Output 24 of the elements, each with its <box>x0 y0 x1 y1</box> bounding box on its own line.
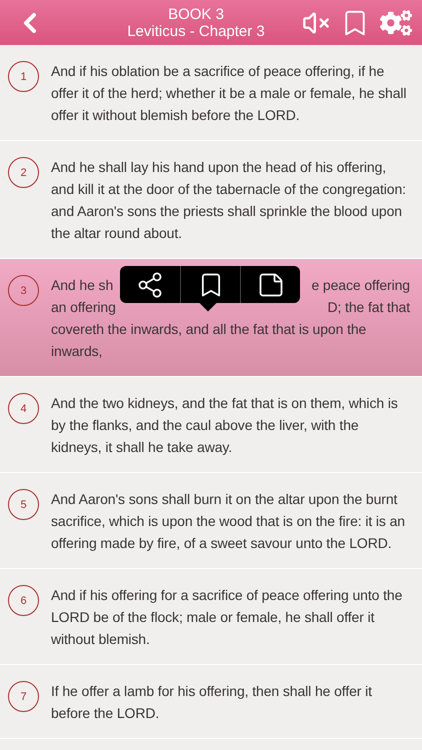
verse-text: e peace offering <box>311 276 410 295</box>
verse-text: And the two kidneys, and the fat that is on them, which is by the flanks, and the caul above the liver, with the kidneys, it shall he take away. <box>51 394 399 457</box>
verse-text: inwards, <box>51 342 102 361</box>
verse-text: If he offer a lamb for his offering, then shall he offer it before the LORD. <box>51 682 373 723</box>
verse-number: 6 <box>8 585 39 616</box>
verse-text: And if his offering for a sacrifice of peace offering unto the LORD be of the flock; male or female, he shall offer it without blemish. <box>51 586 404 649</box>
verse-number: 5 <box>8 489 39 520</box>
verse-text: covereth the inwards, and all the fat that is upon the <box>51 320 366 339</box>
chapter-title: Leviticus - Chapter 3 <box>127 22 265 40</box>
verse-text: And he shall lay his hand upon the head of his offering, and kill it at the door of the tabernacle of the congregation: and Aaron's sons the priests shall sprinkle the blood upon the altar round about. <box>51 158 407 243</box>
verse-number: 7 <box>8 681 39 712</box>
verse-text: an offering <box>51 298 116 317</box>
verse-text: And he sh <box>51 276 114 295</box>
verse-text: And if his oblation be a sacrifice of peace offering, if he offer it of the herd; whether it be a male or female, he shall offer it without blemish before the LORD. <box>51 62 408 125</box>
verse-number: 2 <box>8 157 39 188</box>
verse-number: 1 <box>8 61 39 92</box>
book-title: BOOK 3 <box>168 6 224 22</box>
verse-number: 3 <box>8 275 39 306</box>
verse-number: 4 <box>8 393 39 424</box>
share-icon[interactable] <box>136 270 164 298</box>
verse-row[interactable]: 3 And he sh e peace offering an offering D; the fat that covereth the inwards, and all the fat that is upon the inwards, <box>0 259 422 377</box>
verse-text: D; the fat that <box>327 298 410 317</box>
verse-text: And Aaron's sons shall burn it on the altar upon the burnt sacrifice, which is upon the wood that is on the fire: it is an offering made by fire, of a sweet savour unto the LORD. <box>51 490 406 553</box>
note-icon[interactable] <box>256 270 284 298</box>
